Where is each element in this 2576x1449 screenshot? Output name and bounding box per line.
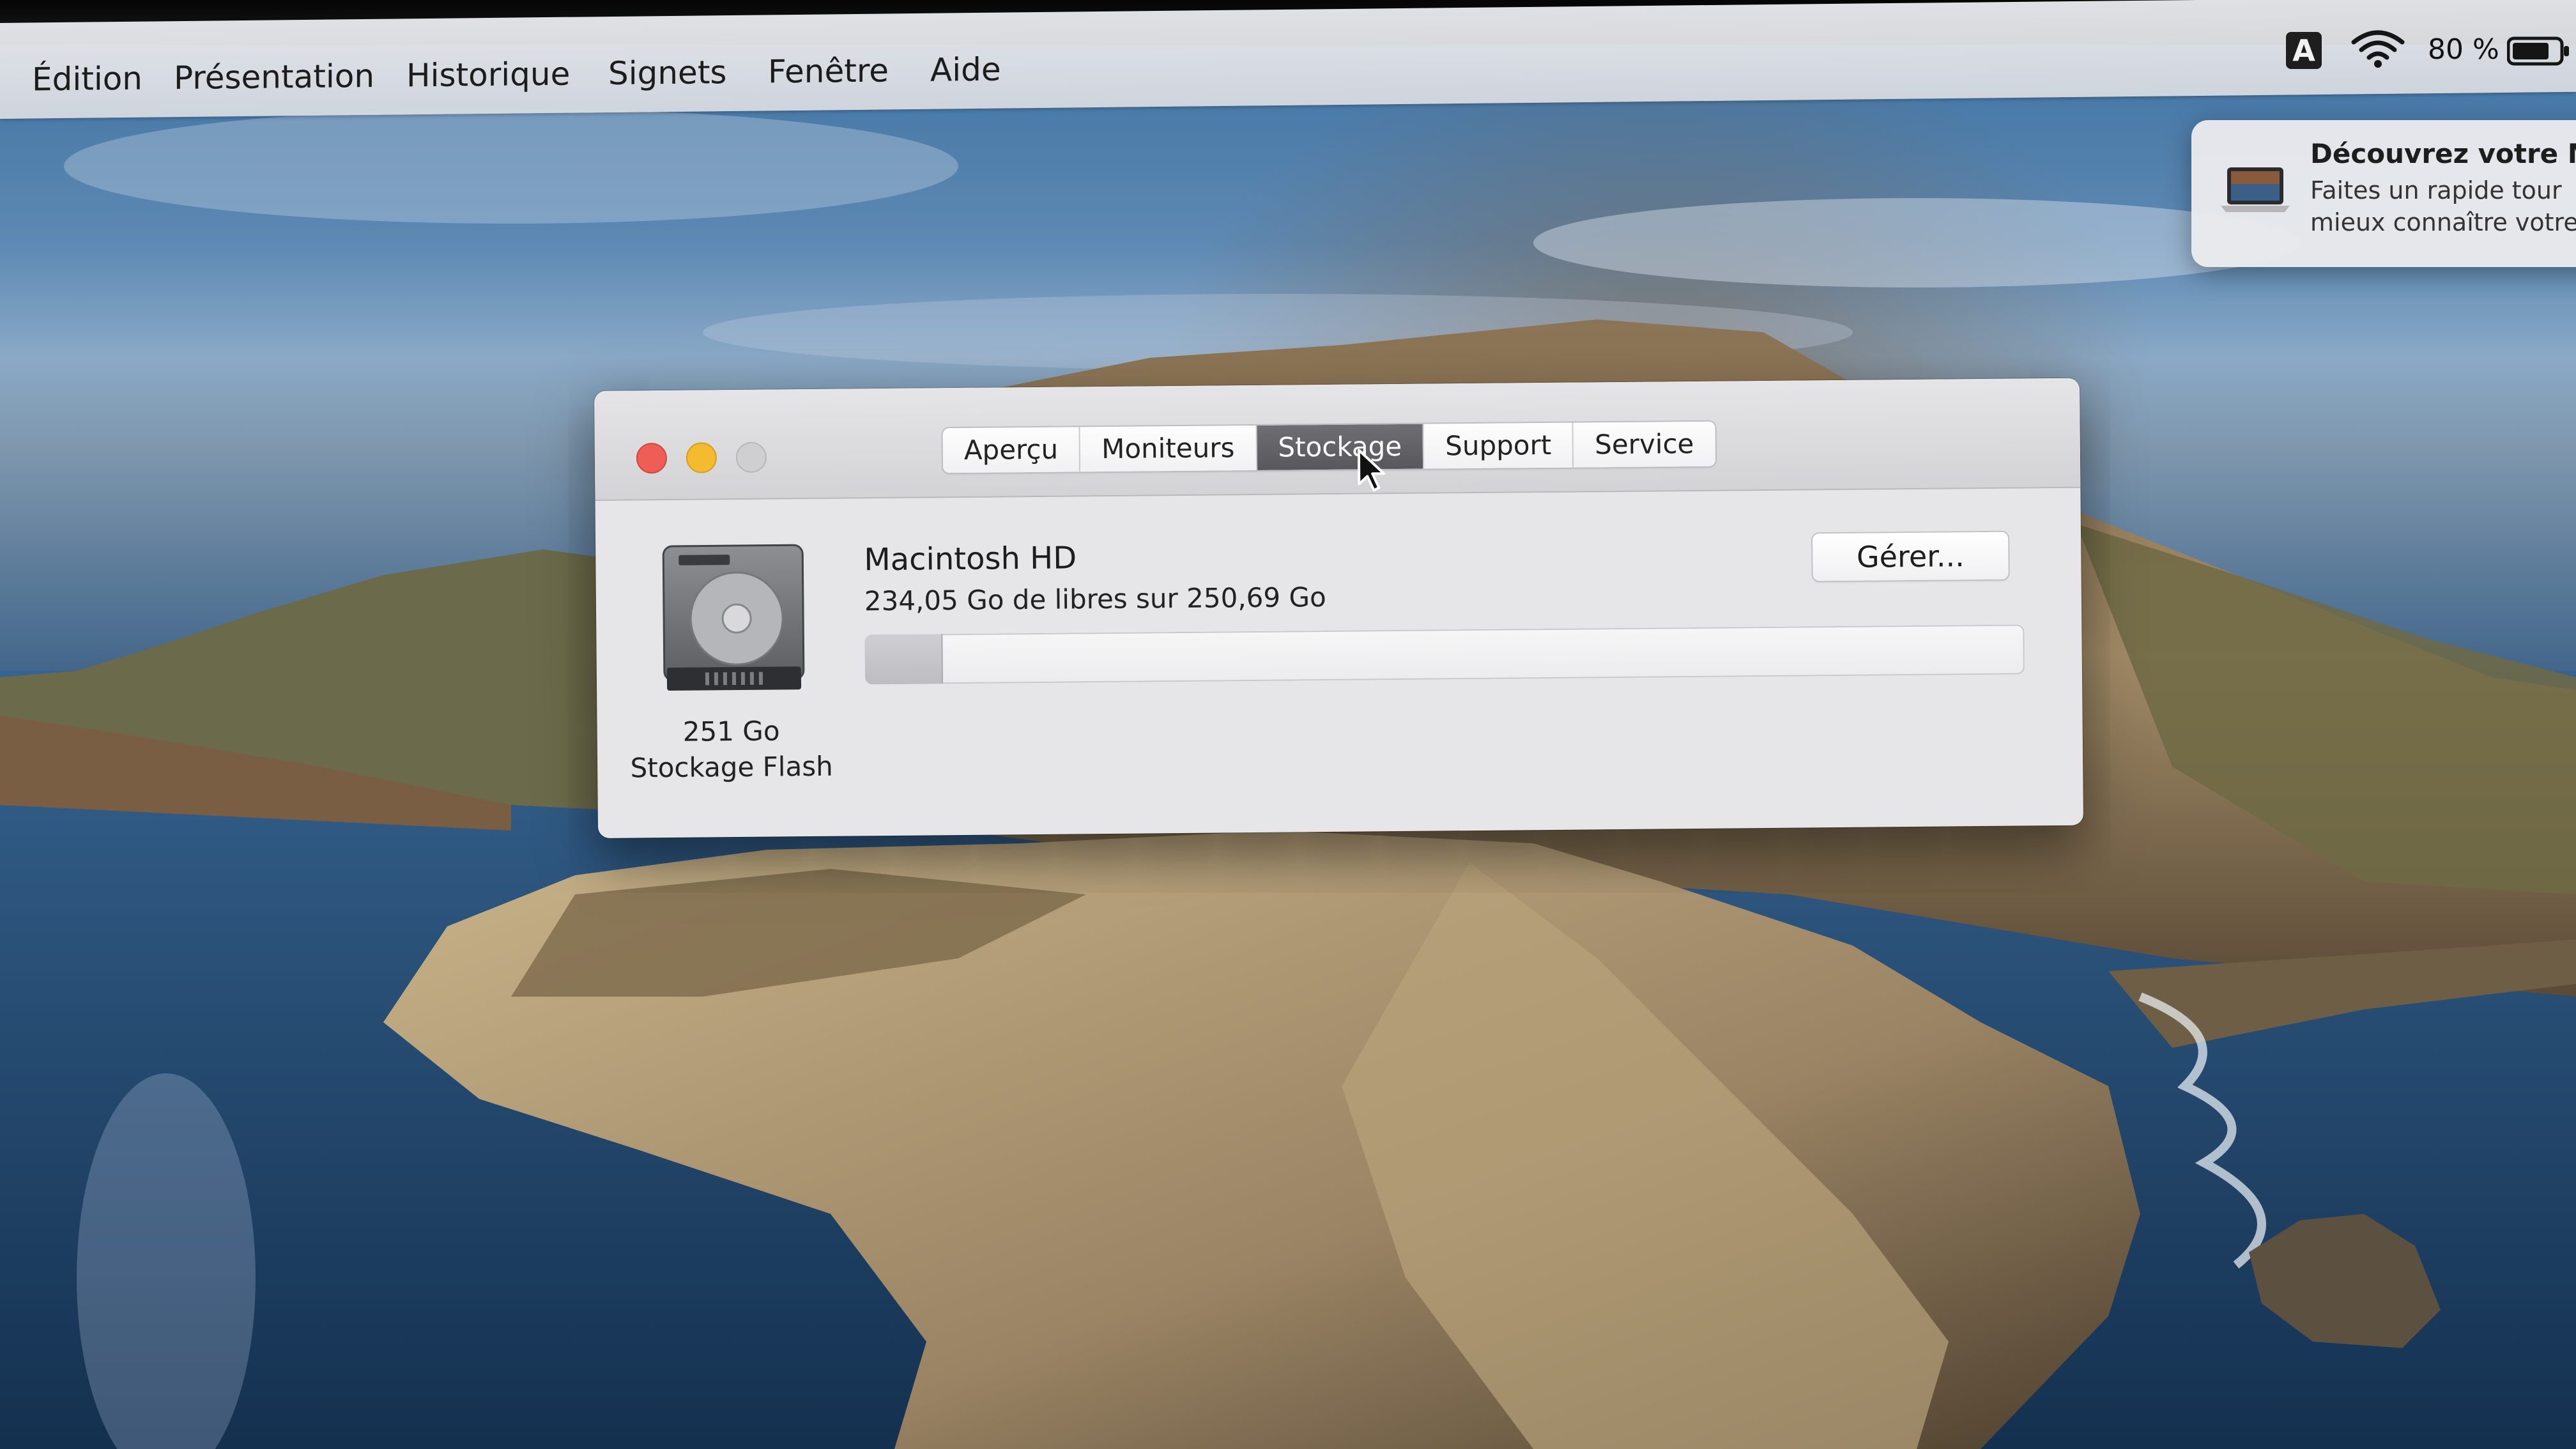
tab-support[interactable]: Support	[1423, 422, 1574, 469]
manage-storage-button[interactable]: Gérer...	[1813, 532, 2009, 581]
window-titlebar[interactable]: Aperçu Moniteurs Stockage Support Servic…	[594, 378, 2081, 501]
menu-help[interactable]: Aide	[930, 51, 1001, 89]
wifi-icon[interactable]	[2351, 28, 2405, 72]
hard-drive-icon	[659, 541, 808, 698]
battery-percentage: 80 %	[2428, 33, 2499, 66]
volume-name: Macintosh HD	[864, 540, 1077, 578]
notification-banner[interactable]: Découvrez votre Ma Faites un rapide tour…	[2191, 120, 2576, 267]
menu-view[interactable]: Présentation	[174, 57, 374, 96]
tab-overview[interactable]: Aperçu	[942, 427, 1081, 473]
menu-bookmarks[interactable]: Signets	[608, 54, 726, 92]
battery-icon[interactable]	[2506, 36, 2571, 69]
storage-usage-fill	[864, 634, 943, 685]
zoom-button	[735, 441, 767, 473]
cursor-arrow-icon	[1357, 448, 1387, 495]
tab-displays[interactable]: Moniteurs	[1080, 425, 1257, 472]
tab-storage[interactable]: Stockage	[1257, 424, 1425, 470]
notification-body-line-2: mieux connaître votre	[2310, 208, 2576, 236]
macbook-icon	[2221, 165, 2290, 215]
menu-history[interactable]: Historique	[406, 56, 570, 95]
input-source-indicator[interactable]: A	[2286, 32, 2322, 69]
minimize-button[interactable]	[686, 442, 717, 473]
tab-service[interactable]: Service	[1573, 421, 1715, 468]
menu-window[interactable]: Fenêtre	[768, 52, 889, 90]
notification-title: Découvrez votre Ma	[2310, 138, 2576, 169]
notification-body-line-1: Faites un rapide tour	[2310, 176, 2562, 204]
about-this-mac-window: Aperçu Moniteurs Stockage Support Servic…	[594, 378, 2084, 838]
disk-capacity-label: 251 Go	[682, 715, 780, 747]
tab-bar: Aperçu Moniteurs Stockage Support Servic…	[942, 421, 1715, 473]
storage-usage-bar	[864, 624, 2025, 685]
disk-type-label: Stockage Flash	[630, 750, 833, 784]
volume-free-space: 234,05 Go de libres sur 250,69 Go	[864, 581, 1326, 617]
menu-edit[interactable]: Édition	[32, 60, 142, 98]
close-button[interactable]	[636, 443, 668, 474]
